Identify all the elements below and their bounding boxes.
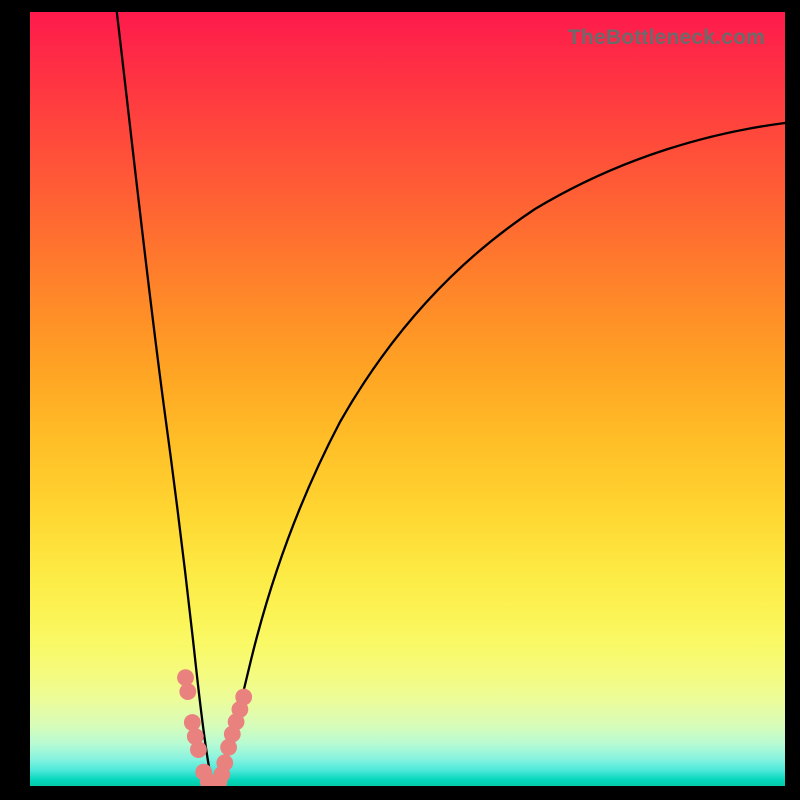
watermark-text: TheBottleneck.com: [568, 26, 765, 50]
marker-dot: [179, 683, 196, 700]
plot-area: TheBottleneck.com: [30, 12, 785, 786]
marker-dot: [184, 714, 201, 731]
marker-dot: [177, 669, 194, 686]
curve-right: [220, 123, 785, 783]
curves-svg: [30, 12, 785, 786]
curve-left: [117, 12, 212, 782]
marker-dot: [190, 741, 207, 758]
chart-frame: TheBottleneck.com: [0, 0, 800, 800]
marker-dot: [216, 754, 233, 771]
marker-dot: [235, 689, 252, 706]
marker-group: [177, 669, 252, 786]
